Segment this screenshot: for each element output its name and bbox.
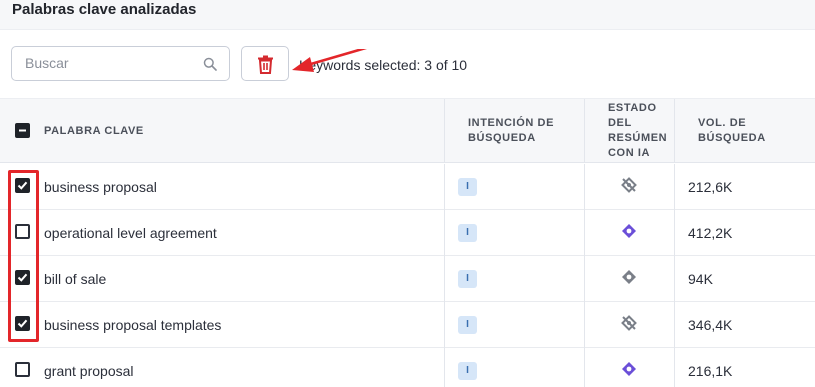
column-divider [674,256,675,302]
search-volume: 346,4K [688,317,733,333]
not-present-icon [621,315,637,331]
column-divider [444,302,445,348]
column-header-ai-overview[interactable]: ESTADO DEL RESÚMEN CON IA [608,101,667,161]
column-divider [584,256,585,302]
search-input[interactable] [25,55,195,71]
column-header-ai-line: ESTADO [608,102,657,114]
intent-badge: I [458,316,477,334]
column-header-ai-line: DEL [608,117,632,129]
keyword-text[interactable]: business proposal [44,179,157,195]
intent-badge: I [458,178,477,196]
column-divider [584,210,585,256]
column-header-keyword[interactable]: PALABRA CLAVE [44,124,144,139]
search-volume: 212,6K [688,179,733,195]
table-row[interactable]: bill of sale I 94K [0,256,815,302]
intent-badge: I [458,270,477,288]
section-header: Palabras clave analizadas [0,0,815,30]
column-divider [444,210,445,256]
keyword-text[interactable]: grant proposal [44,363,134,379]
table-row[interactable]: operational level agreement I 412,2K [0,210,815,256]
column-divider [444,256,445,302]
trash-icon [258,55,273,74]
annotation-arrow-icon [292,49,368,72]
search-icon[interactable] [203,57,217,71]
search-volume: 216,1K [688,363,733,379]
column-header-intent[interactable]: INTENCIÓN DE BÚSQUEDA [468,116,554,146]
column-header-intent-line: BÚSQUEDA [468,132,536,144]
column-header-ai-line: CON IA [608,147,651,159]
ai-overview-gray-icon [621,269,637,285]
column-header-intent-line: INTENCIÓN DE [468,117,555,129]
table-row[interactable]: grant proposal I 216,1K [0,348,815,387]
table-row[interactable]: business proposal templates I 346,4K [0,302,815,348]
column-divider [674,348,675,387]
search-volume: 94K [688,271,713,287]
column-divider [674,210,675,256]
search-volume: 412,2K [688,225,733,241]
search-box[interactable] [11,46,230,81]
column-divider [674,99,675,163]
column-divider [584,99,585,163]
keyword-text[interactable]: operational level agreement [44,225,217,241]
intent-badge: I [458,362,477,380]
table-toolbar: Keywords selected: 3 of 10 [0,31,815,98]
column-header-volume-line: BÚSQUEDA [698,132,766,144]
ai-overview-purple-icon [621,361,637,377]
annotation-highlight-box [8,170,39,342]
row-checkbox[interactable] [15,362,30,377]
section-title: Palabras clave analizadas [12,1,197,18]
column-divider [444,99,445,163]
column-divider [444,348,445,387]
keyword-text[interactable]: bill of sale [44,271,106,287]
column-divider [584,302,585,348]
column-divider [674,164,675,210]
not-present-icon [621,177,637,193]
table-row[interactable]: business proposal I 212,6K [0,164,815,210]
select-all-checkbox[interactable] [15,123,30,138]
table-header: PALABRA CLAVE INTENCIÓN DE BÚSQUEDA ESTA… [0,98,815,163]
column-divider [584,348,585,387]
column-divider [584,164,585,210]
intent-badge: I [458,224,477,242]
keyword-text[interactable]: business proposal templates [44,317,221,333]
ai-overview-purple-icon [621,223,637,239]
column-divider [444,164,445,210]
column-divider [674,302,675,348]
column-header-volume[interactable]: VOL. DE BÚSQUEDA [698,116,766,146]
delete-selected-button[interactable] [241,46,289,81]
column-header-ai-line: RESÚMEN [608,132,668,144]
column-header-volume-line: VOL. DE [698,117,747,129]
